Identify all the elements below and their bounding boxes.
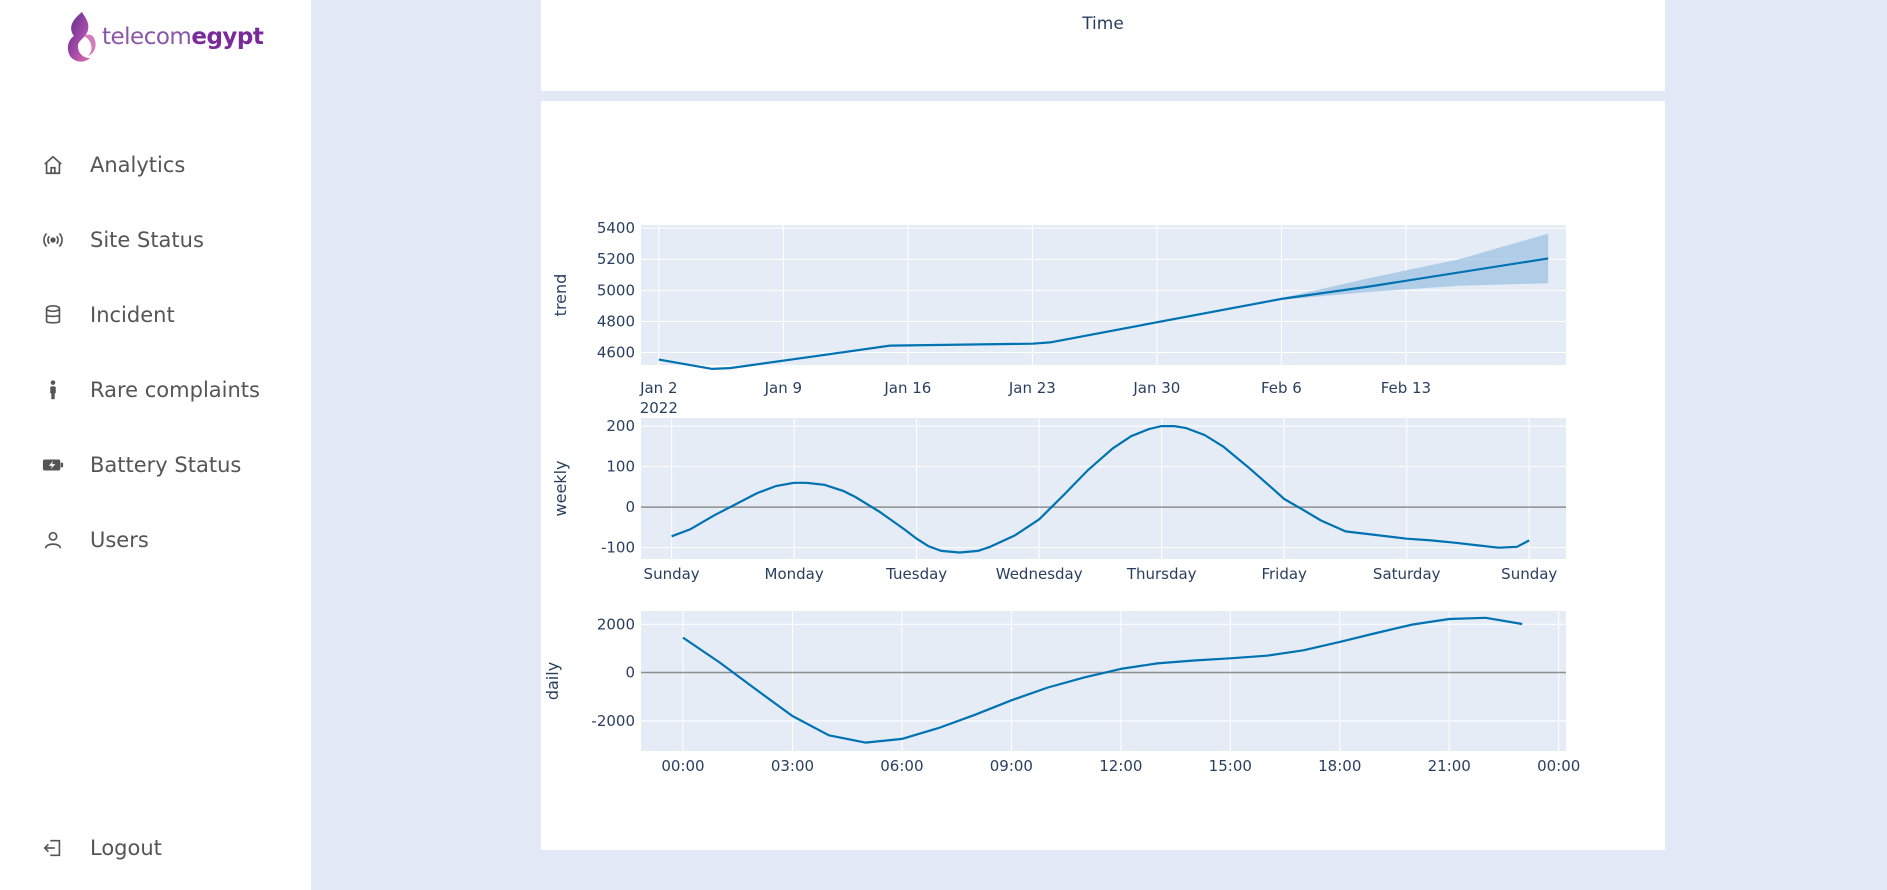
battery-charging-icon bbox=[40, 452, 66, 478]
y-tick-label: 5200 bbox=[597, 250, 635, 268]
plot-area bbox=[641, 225, 1566, 365]
x-tick-label: Feb 13 bbox=[1381, 379, 1431, 397]
logout-icon bbox=[40, 835, 66, 861]
x-tick-label: Jan 9 bbox=[764, 379, 802, 397]
y-tick-label: 0 bbox=[625, 498, 635, 516]
logout-label: Logout bbox=[90, 836, 162, 860]
brand-name: telecomegypt bbox=[102, 24, 264, 50]
nav-label: Users bbox=[90, 528, 149, 552]
x-tick-label: Saturday bbox=[1373, 565, 1441, 583]
x-tick-label: 21:00 bbox=[1428, 757, 1471, 775]
nav-item-battery-status[interactable]: Battery Status bbox=[40, 450, 241, 480]
flame-logo-icon bbox=[67, 12, 96, 62]
y-axis-title: trend bbox=[551, 274, 570, 317]
x-tick-label: Feb 6 bbox=[1261, 379, 1302, 397]
x-tick-label: 12:00 bbox=[1099, 757, 1142, 775]
trend-panel: Jan 2 Jan 9 Jan 16 Jan 23 Jan 30 Feb 6 Feb 13 2… bbox=[551, 219, 1566, 417]
nav-label: Rare complaints bbox=[90, 378, 260, 402]
user-icon bbox=[40, 527, 66, 553]
previous-chart-card: Time bbox=[541, 0, 1665, 91]
x-tick-label: 06:00 bbox=[880, 757, 923, 775]
x-tick-label: Jan 23 bbox=[1008, 379, 1056, 397]
x-tick-label: Sunday bbox=[1501, 565, 1557, 583]
x-tick-label: 15:00 bbox=[1209, 757, 1252, 775]
x-tick-label: 00:00 bbox=[661, 757, 704, 775]
x-tick-label: Jan 2 bbox=[639, 379, 677, 397]
logout-button[interactable]: Logout bbox=[40, 833, 162, 863]
x-tick-label: 03:00 bbox=[771, 757, 814, 775]
weekly-panel: Sunday Monday Tuesday Wednesday Thursday Frid… bbox=[551, 417, 1566, 583]
y-tick-label: 5400 bbox=[597, 219, 635, 237]
x-axis-title: Time bbox=[1082, 14, 1124, 34]
x-tick-label: 09:00 bbox=[990, 757, 1033, 775]
nav-label: Incident bbox=[90, 303, 175, 327]
y-tick-label: 100 bbox=[606, 458, 635, 476]
plot-area bbox=[641, 418, 1566, 559]
x-tick-label: Monday bbox=[765, 565, 824, 583]
y-tick-label: 0 bbox=[625, 664, 635, 682]
nav-item-site-status[interactable]: Site Status bbox=[40, 225, 204, 255]
nav-item-analytics[interactable]: Analytics bbox=[40, 150, 185, 180]
x-tick-sublabel: 2022 bbox=[640, 399, 678, 417]
brand-logo[interactable]: telecomegypt bbox=[64, 10, 264, 64]
broadcast-icon bbox=[40, 227, 66, 253]
y-tick-label: -100 bbox=[601, 539, 635, 557]
nav-label: Site Status bbox=[90, 228, 204, 252]
person-standing-icon bbox=[40, 377, 66, 403]
nav-item-users[interactable]: Users bbox=[40, 525, 149, 555]
nav-item-rare-complaints[interactable]: Rare complaints bbox=[40, 375, 260, 405]
y-tick-label: 4800 bbox=[597, 312, 635, 330]
forecast-components-card: Jan 2 Jan 9 Jan 16 Jan 23 Jan 30 Feb 6 Feb 13 2… bbox=[541, 101, 1665, 850]
brand-name-bold: egypt bbox=[191, 24, 264, 50]
nav-item-incident[interactable]: Incident bbox=[40, 300, 175, 330]
daily-panel: 00:00 03:00 06:00 09:00 12:00 15:00 18:00 21:00… bbox=[543, 611, 1580, 775]
sidebar: telecomegypt Analytics Site Status Incid… bbox=[0, 0, 311, 890]
x-tick-label: Tuesday bbox=[885, 565, 947, 583]
nav-label: Analytics bbox=[90, 153, 186, 177]
x-tick-label: 18:00 bbox=[1318, 757, 1361, 775]
y-tick-label: 200 bbox=[606, 417, 635, 435]
y-tick-label: 5000 bbox=[597, 281, 635, 299]
home-icon bbox=[40, 152, 66, 178]
x-tick-label: Friday bbox=[1261, 565, 1307, 583]
x-tick-label: Sunday bbox=[644, 565, 700, 583]
x-tick-label: 00:00 bbox=[1537, 757, 1580, 775]
x-tick-label: Thursday bbox=[1126, 565, 1197, 583]
y-tick-label: 4600 bbox=[597, 344, 635, 362]
database-icon bbox=[40, 302, 66, 328]
components-chart: Jan 2 Jan 9 Jan 16 Jan 23 Jan 30 Feb 6 Feb 13 2… bbox=[543, 219, 1580, 775]
brand-name-light: telecom bbox=[102, 24, 192, 50]
plot-area bbox=[641, 611, 1566, 751]
y-axis-title: daily bbox=[543, 662, 562, 700]
x-tick-label: Jan 16 bbox=[883, 379, 931, 397]
nav-label: Battery Status bbox=[90, 453, 242, 477]
y-axis-title: weekly bbox=[551, 461, 570, 517]
y-tick-label: 2000 bbox=[597, 615, 635, 633]
y-tick-label: -2000 bbox=[591, 712, 635, 730]
x-tick-label: Wednesday bbox=[996, 565, 1083, 583]
x-tick-label: Jan 30 bbox=[1132, 379, 1180, 397]
